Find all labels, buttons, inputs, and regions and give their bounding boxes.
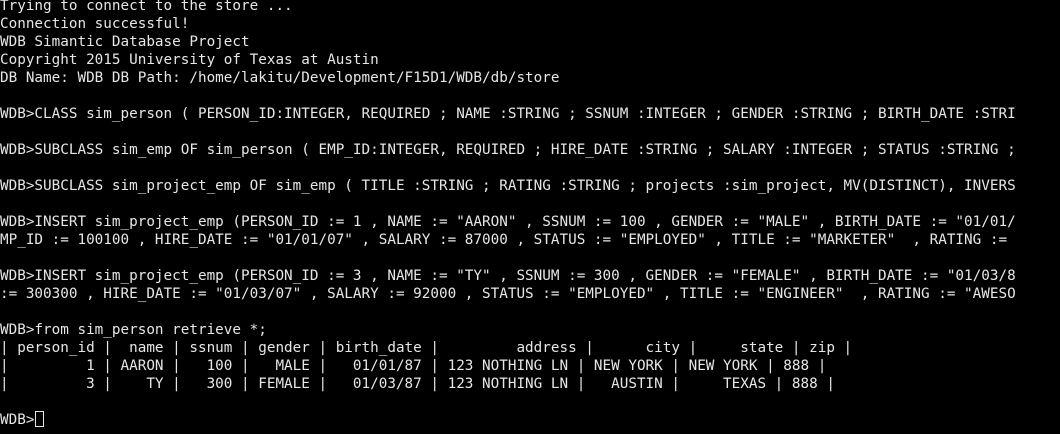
text-cursor bbox=[35, 411, 45, 427]
prompt-text: WDB> bbox=[0, 412, 35, 428]
result-table-row: | 3 | TY | 300 | FEMALE | 01/03/87 | 123… bbox=[0, 376, 835, 392]
command-line-insert-aaron: WDB>INSERT sim_project_emp (PERSON_ID :=… bbox=[0, 214, 1016, 230]
output-line-connection-status: Connection successful! bbox=[0, 16, 190, 32]
command-line-subclass-sim-project-emp: WDB>SUBCLASS sim_project_emp OF sim_emp … bbox=[0, 178, 1016, 194]
output-line-connecting: Trying to connect to the store ... bbox=[0, 0, 293, 14]
command-line-insert-ty: WDB>INSERT sim_project_emp (PERSON_ID :=… bbox=[0, 268, 1016, 284]
command-line-insert-ty-wrap: := 300300 , HIRE_DATE := "01/03/07" , SA… bbox=[0, 286, 1016, 302]
output-line-db-path: DB Name: WDB DB Path: /home/lakitu/Devel… bbox=[0, 70, 560, 86]
result-table-row: | 1 | AARON | 100 | MALE | 01/01/87 | 12… bbox=[0, 358, 827, 374]
terminal-window[interactable]: Trying to connect to the store ... Conne… bbox=[0, 0, 1060, 434]
output-line-project-name: WDB Simantic Database Project bbox=[0, 34, 250, 50]
command-line-retrieve: WDB>from sim_person retrieve *; bbox=[0, 322, 267, 338]
input-prompt-line[interactable]: WDB> bbox=[0, 411, 1060, 429]
command-line-insert-aaron-wrap: MP_ID := 100100 , HIRE_DATE := "01/01/07… bbox=[0, 232, 1008, 248]
command-line-class-sim-person: WDB>CLASS sim_person ( PERSON_ID:INTEGER… bbox=[0, 106, 1016, 122]
result-table-header: | person_id | name | ssnum | gender | bi… bbox=[0, 340, 853, 356]
output-line-copyright: Copyright 2015 University of Texas at Au… bbox=[0, 52, 379, 68]
command-line-subclass-sim-emp: WDB>SUBCLASS sim_emp OF sim_person ( EMP… bbox=[0, 142, 1016, 158]
